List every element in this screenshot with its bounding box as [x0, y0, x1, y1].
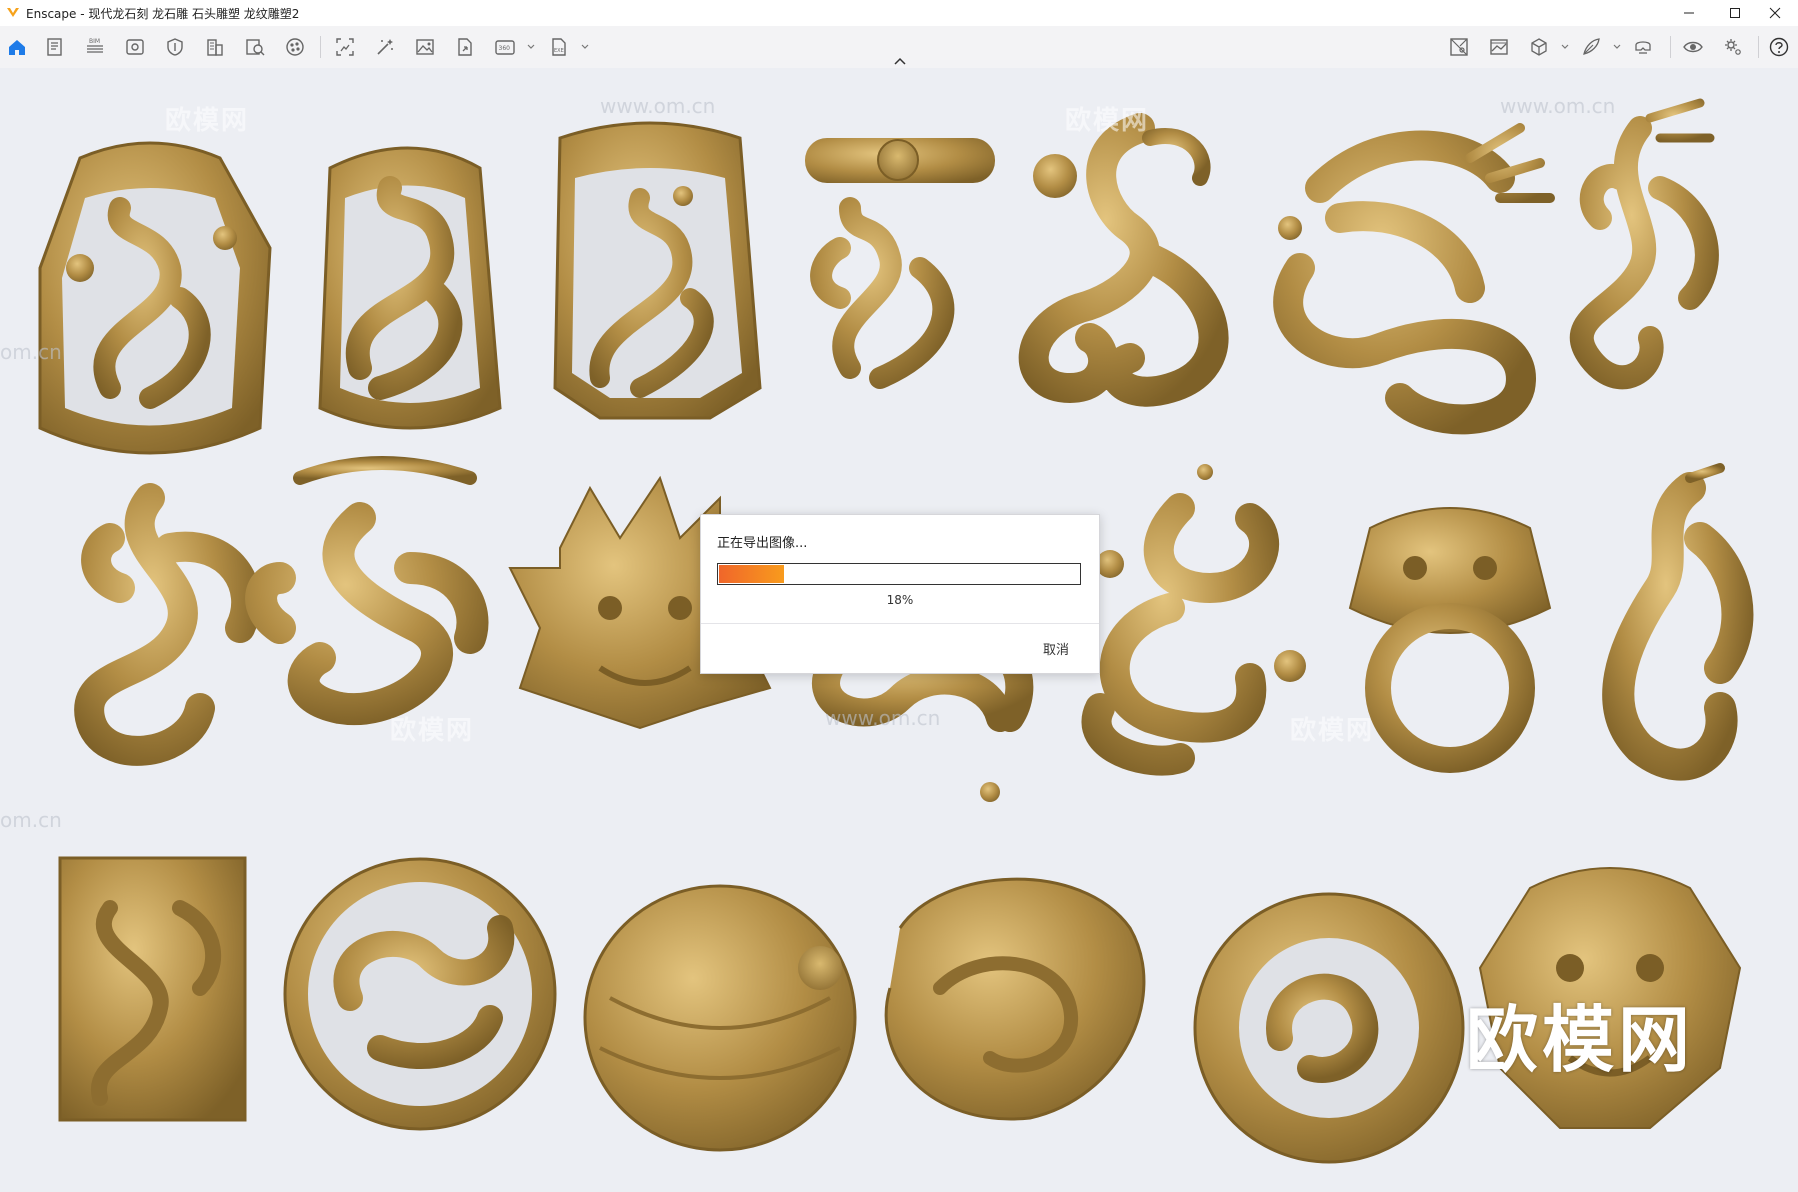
dragon-panel-carving: [58, 856, 247, 1122]
round-dragon-medallion: [283, 857, 557, 1131]
cube-icon: [1531, 38, 1547, 56]
document-icon: [47, 38, 62, 56]
vr-headset-icon: [1635, 41, 1651, 54]
watermark-brand: 欧模网: [165, 106, 250, 136]
screenshot-button[interactable]: [330, 33, 360, 61]
watermark-edge: om.cn: [0, 340, 62, 364]
chevron-up-icon[interactable]: [892, 56, 908, 66]
bim-icon: BIM: [87, 38, 103, 53]
material-icon: [286, 38, 304, 56]
view-button[interactable]: [120, 33, 150, 61]
settings-button[interactable]: [1718, 33, 1748, 61]
dragon-relief-carving: [1081, 464, 1306, 776]
enscape-logo-icon: [7, 8, 19, 17]
map-icon: [1450, 38, 1468, 56]
dialog-divider: [701, 623, 1099, 624]
document-button[interactable]: [40, 33, 70, 61]
panorama-360-label: 360: [499, 45, 511, 52]
image-icon: [416, 39, 434, 55]
dragon-pendant-carving: [38, 141, 272, 455]
phoenix-relief-carving: [1602, 463, 1754, 781]
round-dragon-medallion: [1193, 892, 1465, 1164]
help-icon: [1769, 37, 1789, 57]
feather-button[interactable]: [1576, 33, 1606, 61]
export-button[interactable]: [450, 33, 480, 61]
dragon-relief-carving: [74, 483, 262, 766]
chevron-down-icon[interactable]: [580, 42, 590, 52]
exe-label: EXE: [554, 48, 564, 54]
watermark-edge: om.cn: [0, 808, 62, 832]
close-icon: [1769, 7, 1781, 19]
chevron-down-icon[interactable]: [526, 42, 536, 52]
watermark-brand: 欧模网: [390, 716, 475, 746]
map-button[interactable]: [1444, 33, 1474, 61]
close-button[interactable]: [1752, 0, 1798, 26]
material-button[interactable]: [280, 33, 310, 61]
export-icon: [458, 38, 472, 56]
asset-library-button[interactable]: [240, 33, 270, 61]
chevron-down-icon[interactable]: [1612, 42, 1622, 52]
dragon-pendant-carving: [318, 146, 502, 430]
exe-export-button[interactable]: EXE: [544, 33, 574, 61]
bim-button[interactable]: BIM: [80, 33, 110, 61]
round-dragon-medallion: [583, 884, 857, 1152]
minimize-icon: [1684, 12, 1694, 14]
home-button[interactable]: [2, 33, 32, 61]
toolbar-divider: [1670, 36, 1671, 58]
home-icon: [9, 40, 25, 55]
shield-button[interactable]: [160, 33, 190, 61]
help-button[interactable]: [1764, 33, 1794, 61]
watermark-brand: 欧模网: [1290, 716, 1375, 746]
panorama-360-button[interactable]: 360: [490, 33, 520, 61]
dragon-relief-carving: [1018, 113, 1229, 407]
watermark-brand: 欧模网: [1065, 106, 1150, 136]
vr-headset-button[interactable]: [1628, 33, 1658, 61]
cube-button[interactable]: [1524, 33, 1554, 61]
image-button[interactable]: [410, 33, 440, 61]
gallery-button[interactable]: [1484, 33, 1514, 61]
feather-icon: [1583, 38, 1600, 55]
watermark-url: www.om.cn: [825, 706, 941, 730]
eye-button[interactable]: [1678, 33, 1708, 61]
toolbar-divider: [1758, 36, 1759, 58]
dragon-relief-carving: [805, 138, 995, 389]
settings-icon: [1725, 39, 1741, 55]
brand-watermark: 欧模网: [1465, 998, 1694, 1082]
progress-percent: 18%: [886, 593, 914, 607]
title-bar: Enscape - 现代龙石刻 龙石雕 石头雕塑 龙纹雕塑2: [0, 0, 1798, 26]
view-icon: [126, 39, 144, 55]
building-button[interactable]: [200, 33, 230, 61]
dragon-knocker-carving: [1348, 507, 1552, 773]
dragon-relief-carving: [1273, 123, 1555, 435]
progress-fill: [719, 565, 784, 583]
dialog-title: 正在导出图像...: [717, 536, 808, 551]
window-title: Enscape - 现代龙石刻 龙石雕 石头雕塑 龙纹雕塑2: [26, 7, 300, 21]
bim-label: BIM: [89, 38, 100, 45]
dragon-relief-carving: [1570, 98, 1719, 390]
cancel-button[interactable]: 取消: [1043, 639, 1069, 658]
chevron-down-icon[interactable]: [1560, 42, 1570, 52]
magic-wand-button[interactable]: [370, 33, 400, 61]
shield-icon: [167, 38, 183, 56]
export-progress-dialog: 正在导出图像... 18% 取消: [700, 514, 1100, 674]
magic-wand-icon: [377, 39, 393, 55]
watermark-url: www.om.cn: [1500, 94, 1616, 118]
toolbar-divider: [320, 36, 321, 58]
watermark-url: www.om.cn: [600, 94, 716, 118]
dragon-pendant-carving: [553, 121, 762, 420]
minimize-button[interactable]: [1666, 0, 1712, 26]
gallery-icon: [1490, 39, 1508, 55]
phoenix-medallion-carving: [884, 877, 1146, 1121]
asset-library-icon: [246, 39, 265, 56]
export-progress-bar: [717, 563, 1081, 585]
maximize-icon: [1730, 8, 1740, 18]
dragon-relief-carving: [245, 456, 489, 726]
eye-icon: [1683, 41, 1703, 53]
screenshot-icon: [336, 38, 354, 56]
exe-export-icon: EXE: [552, 38, 566, 56]
panorama-360-icon: 360: [495, 40, 515, 55]
building-icon: [207, 39, 223, 56]
